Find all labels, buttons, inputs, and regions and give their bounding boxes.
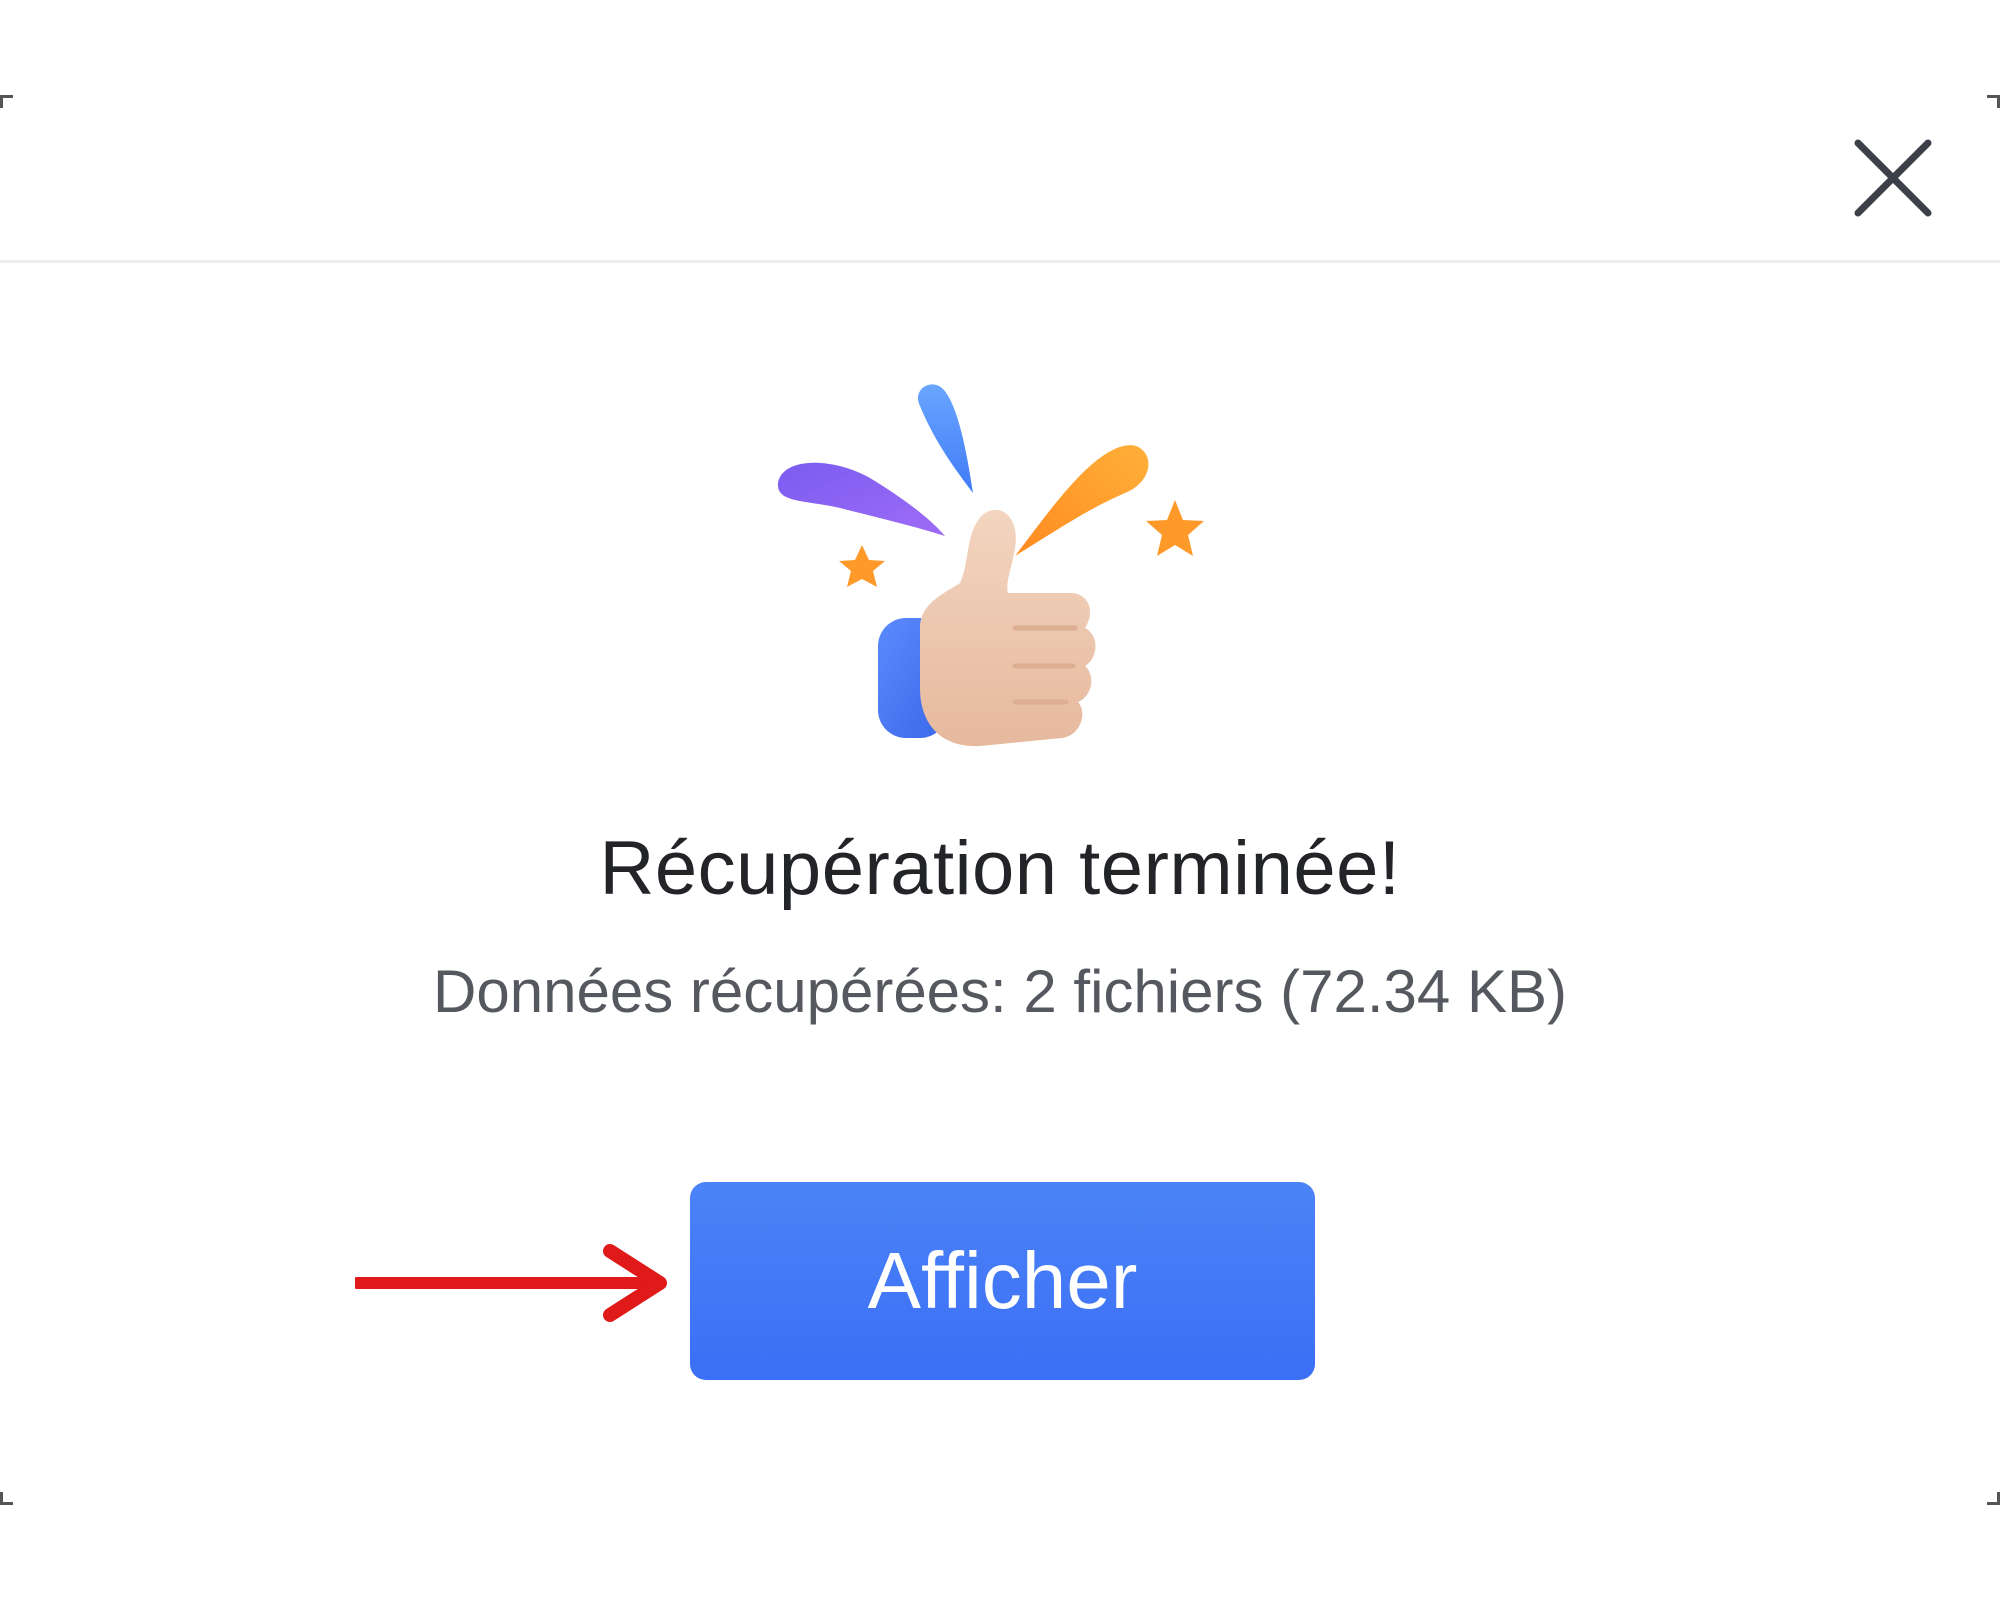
red-arrow-icon xyxy=(355,1244,667,1322)
close-button[interactable] xyxy=(1848,133,1938,223)
close-icon xyxy=(1854,139,1932,217)
dialog-title: Récupération terminée! xyxy=(599,826,1401,911)
dialog-corner xyxy=(0,1492,13,1505)
page: Récupération terminée! Données récupérée… xyxy=(0,0,2000,1600)
recovery-complete-dialog: Récupération terminée! Données récupérée… xyxy=(0,95,2000,1505)
afficher-button[interactable]: Afficher xyxy=(690,1182,1315,1380)
recovery-summary: Données récupérées: 2 fichiers (72.34 KB… xyxy=(433,958,1567,1025)
thumbs-up-celebration-icon xyxy=(777,384,1204,747)
dialog-header xyxy=(0,95,2000,263)
dialog-corner xyxy=(1987,1492,2000,1505)
